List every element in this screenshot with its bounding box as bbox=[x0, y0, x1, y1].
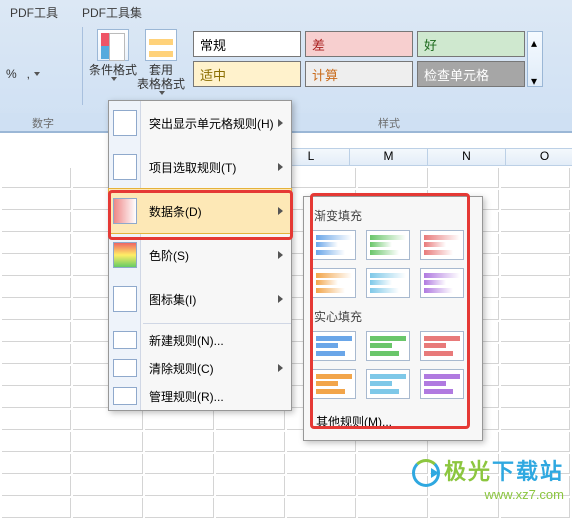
menu-highlight-label: 突出显示单元格规则(H) bbox=[149, 115, 274, 132]
col-header-m[interactable]: M bbox=[350, 148, 428, 166]
format-as-table-button[interactable]: 套用表格格式 bbox=[137, 27, 185, 95]
data-bars-submenu: 渐变填充 实心填充 其他规则(M)... bbox=[303, 196, 483, 441]
menu-color-scales[interactable]: 色阶(S) bbox=[109, 233, 291, 277]
chevron-down-icon bbox=[111, 77, 117, 81]
chevron-right-icon bbox=[278, 295, 283, 303]
conditional-formatting-icon bbox=[97, 29, 129, 61]
style-bad[interactable]: 差 bbox=[305, 31, 413, 57]
databar-solid-red[interactable] bbox=[420, 331, 464, 361]
tab-pdf-toolset[interactable]: PDF工具集 bbox=[82, 4, 142, 21]
manage-rules-icon bbox=[113, 387, 137, 405]
menu-top-bottom-rules[interactable]: 项目选取规则(T) bbox=[109, 145, 291, 189]
menu-icon-sets-label: 图标集(I) bbox=[149, 291, 196, 308]
menu-top-bottom-label: 项目选取规则(T) bbox=[149, 159, 236, 176]
watermark-logo-icon bbox=[412, 459, 440, 487]
section-solid-fill: 实心填充 bbox=[314, 308, 474, 325]
conditional-formatting-label: 条件格式 bbox=[89, 63, 137, 77]
databar-gradient-purple[interactable] bbox=[420, 268, 464, 298]
databar-gradient-blue[interactable] bbox=[312, 230, 356, 260]
chevron-right-icon bbox=[278, 251, 283, 259]
menu-data-bars[interactable]: 数据条(D) bbox=[109, 189, 291, 233]
chevron-right-icon bbox=[278, 207, 283, 215]
watermark: 极光下载站 www.xz7.com bbox=[412, 454, 564, 502]
databar-gradient-red[interactable] bbox=[420, 230, 464, 260]
style-good[interactable]: 好 bbox=[417, 31, 525, 57]
icon-sets-icon bbox=[113, 286, 137, 312]
ribbon-tabs: PDF工具 PDF工具集 bbox=[0, 0, 572, 25]
style-calculation[interactable]: 计算 bbox=[305, 61, 413, 87]
chevron-right-icon bbox=[278, 364, 283, 372]
col-header-n[interactable]: N bbox=[428, 148, 506, 166]
data-bars-icon bbox=[113, 198, 137, 224]
scroll-up-icon[interactable]: ▴ bbox=[531, 36, 539, 44]
menu-other-rules[interactable]: 其他规则(M)... bbox=[312, 407, 474, 436]
group-label-number: 数字 bbox=[0, 115, 86, 131]
menu-icon-sets[interactable]: 图标集(I) bbox=[109, 277, 291, 321]
databar-solid-purple[interactable] bbox=[420, 369, 464, 399]
column-headers: L M N O bbox=[272, 148, 572, 166]
menu-color-scales-label: 色阶(S) bbox=[149, 247, 189, 264]
new-rule-icon bbox=[113, 331, 137, 349]
chevron-right-icon bbox=[278, 163, 283, 171]
style-normal[interactable]: 常规 bbox=[193, 31, 301, 57]
watermark-url: www.xz7.com bbox=[412, 487, 564, 502]
databar-solid-lightblue[interactable] bbox=[366, 369, 410, 399]
chevron-down-icon[interactable] bbox=[34, 72, 40, 76]
menu-data-bars-label: 数据条(D) bbox=[149, 203, 202, 220]
menu-clear-rules[interactable]: 清除规则(C) bbox=[109, 354, 291, 382]
scroll-down-icon[interactable]: ▾ bbox=[531, 74, 539, 82]
highlight-rules-icon bbox=[113, 110, 137, 136]
databar-solid-blue[interactable] bbox=[312, 331, 356, 361]
tab-pdf-tools[interactable]: PDF工具 bbox=[10, 4, 58, 21]
color-scales-icon bbox=[113, 242, 137, 268]
comma-button[interactable]: , bbox=[27, 67, 30, 81]
top-bottom-icon bbox=[113, 154, 137, 180]
menu-new-rule[interactable]: 新建规则(N)... bbox=[109, 326, 291, 354]
chevron-right-icon bbox=[278, 119, 283, 127]
chevron-down-icon bbox=[159, 91, 165, 95]
style-neutral[interactable]: 适中 bbox=[193, 61, 301, 87]
percent-button[interactable]: % bbox=[6, 67, 17, 81]
menu-clear-rules-label: 清除规则(C) bbox=[149, 360, 214, 377]
databar-gradient-orange[interactable] bbox=[312, 268, 356, 298]
menu-highlight-rules[interactable]: 突出显示单元格规则(H) bbox=[109, 101, 291, 145]
table-format-icon bbox=[145, 29, 177, 61]
format-as-table-label: 套用表格格式 bbox=[137, 63, 185, 91]
conditional-formatting-menu: 突出显示单元格规则(H) 项目选取规则(T) 数据条(D) 色阶(S) 图标集(… bbox=[108, 100, 292, 411]
clear-rules-icon bbox=[113, 359, 137, 377]
databar-gradient-lightblue[interactable] bbox=[366, 268, 410, 298]
conditional-formatting-button[interactable]: 条件格式 bbox=[89, 27, 137, 81]
menu-manage-rules-label: 管理规则(R)... bbox=[149, 388, 224, 405]
number-format-controls: % , bbox=[6, 27, 76, 81]
section-gradient-fill: 渐变填充 bbox=[314, 207, 474, 224]
databar-gradient-green[interactable] bbox=[366, 230, 410, 260]
menu-new-rule-label: 新建规则(N)... bbox=[149, 332, 224, 349]
col-header-o[interactable]: O bbox=[506, 148, 572, 166]
style-check-cell[interactable]: 检查单元格 bbox=[417, 61, 525, 87]
styles-scrollbar[interactable]: ▴ ▾ bbox=[527, 31, 543, 87]
databar-solid-green[interactable] bbox=[366, 331, 410, 361]
databar-solid-orange[interactable] bbox=[312, 369, 356, 399]
menu-manage-rules[interactable]: 管理规则(R)... bbox=[109, 382, 291, 410]
cell-styles-gallery[interactable]: 常规 差 好 适中 计算 检查单元格 bbox=[193, 31, 525, 87]
